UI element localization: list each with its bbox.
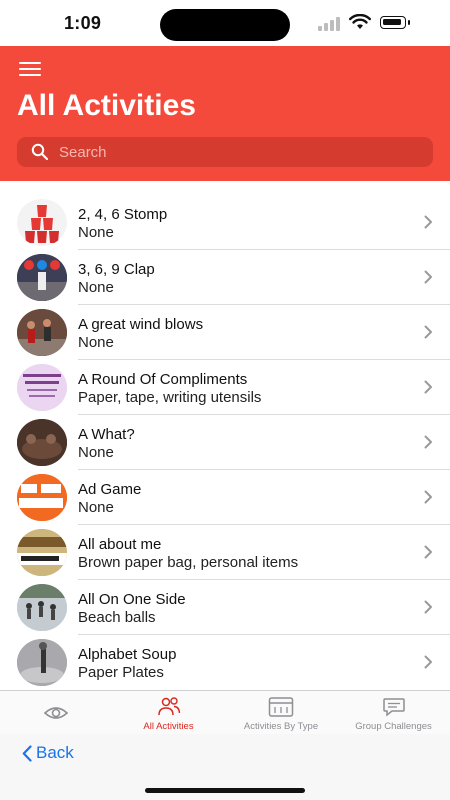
chevron-right-icon <box>424 545 432 559</box>
list-item[interactable]: Alphabet Soup Paper Plates <box>0 635 450 690</box>
list-item[interactable]: All On One Side Beach balls <box>0 580 450 635</box>
activity-thumbnail <box>17 364 67 411</box>
calendar-icon <box>268 697 294 717</box>
activity-title: Alphabet Soup <box>78 646 177 663</box>
activity-thumbnail <box>17 309 67 356</box>
search-icon <box>31 143 49 161</box>
tab-label: Group Challenges <box>355 721 432 732</box>
list-item[interactable]: All about me Brown paper bag, personal i… <box>0 525 450 580</box>
home-indicator[interactable] <box>145 788 305 793</box>
chevron-right-icon <box>424 655 432 669</box>
chevron-right-icon <box>424 490 432 504</box>
activity-title: A great wind blows <box>78 316 204 333</box>
activity-thumbnail <box>17 199 67 246</box>
tab-label: All Activities <box>143 721 194 732</box>
activity-materials: None <box>78 334 114 351</box>
activity-materials: None <box>78 224 114 241</box>
chat-icon <box>382 698 405 717</box>
list-item[interactable]: A What? None <box>0 415 450 470</box>
search-bar[interactable] <box>17 137 433 167</box>
back-button[interactable]: Back <box>22 743 74 763</box>
activity-title: A Round Of Compliments <box>78 371 248 388</box>
activity-title: All On One Side <box>78 591 186 608</box>
chevron-right-icon <box>424 435 432 449</box>
tab-group-challenges[interactable]: Group Challenges <box>337 691 450 735</box>
status-time: 1:09 <box>64 13 102 33</box>
activity-thumbnail <box>17 584 67 631</box>
people-icon <box>157 697 180 716</box>
status-bar: 1:09 <box>0 0 450 46</box>
list-item[interactable]: Ad Game None <box>0 470 450 525</box>
chevron-right-icon <box>424 600 432 614</box>
activity-thumbnail <box>17 529 67 576</box>
activity-materials: Brown paper bag, personal items <box>78 554 299 571</box>
battery-icon <box>380 16 410 29</box>
list-item[interactable]: 3, 6, 9 Clap None <box>0 250 450 305</box>
activity-title: 3, 6, 9 Clap <box>78 261 155 278</box>
tab-label: Activities By Type <box>243 721 319 732</box>
bottom-navigation-bar: Back <box>0 734 450 800</box>
list-item[interactable]: A Round Of Compliments Paper, tape, writ… <box>0 360 450 415</box>
activity-materials: Beach balls <box>78 609 156 626</box>
tab-eye[interactable] <box>0 691 112 735</box>
activity-title: All about me <box>78 536 162 553</box>
chevron-left-icon <box>22 744 32 762</box>
chevron-right-icon <box>424 325 432 339</box>
tab-activities-by-type[interactable]: Activities By Type <box>225 691 337 735</box>
activity-title: A What? <box>78 426 135 443</box>
tab-all-activities[interactable]: All Activities <box>112 691 225 735</box>
hamburger-menu-icon[interactable] <box>19 62 41 78</box>
dynamic-island <box>160 9 290 41</box>
activity-materials: None <box>78 279 114 296</box>
chevron-right-icon <box>424 270 432 284</box>
chevron-right-icon <box>424 215 432 229</box>
activity-thumbnail <box>17 639 67 686</box>
activity-title: 2, 4, 6 Stomp <box>78 206 168 223</box>
page-title: All Activities <box>17 89 196 122</box>
activity-materials: None <box>78 444 114 461</box>
activity-materials: Paper, tape, writing utensils <box>78 389 262 406</box>
activity-thumbnail <box>17 474 67 521</box>
activity-materials: Paper Plates <box>78 664 164 681</box>
back-label: Back <box>36 743 74 762</box>
activity-title: Ad Game <box>78 481 142 498</box>
activity-thumbnail <box>17 419 67 466</box>
activity-thumbnail <box>17 254 67 301</box>
wifi-icon <box>349 14 371 29</box>
tab-bar: All Activities Activities By Type Group … <box>0 690 450 735</box>
cellular-signal-icon <box>318 17 340 31</box>
activity-materials: None <box>78 499 114 516</box>
list-item[interactable]: 2, 4, 6 Stomp None <box>0 195 450 250</box>
list-item[interactable]: A great wind blows None <box>0 305 450 360</box>
search-input[interactable] <box>59 137 419 167</box>
activity-list: 2, 4, 6 Stomp None 3, 6, 9 Clap None A g… <box>0 195 450 690</box>
eye-icon <box>43 707 69 719</box>
chevron-right-icon <box>424 380 432 394</box>
